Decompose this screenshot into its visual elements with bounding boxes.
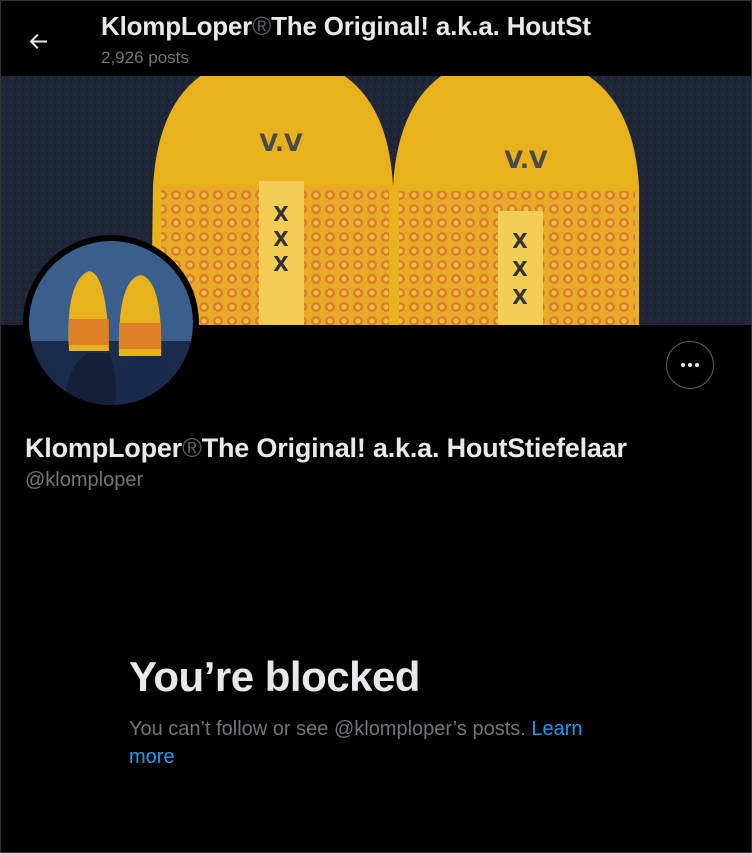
registered-mark: ®	[182, 433, 202, 463]
header-title: KlompLoper®The Original! a.k.a. HoutSt	[101, 11, 591, 41]
more-button[interactable]	[666, 341, 714, 389]
svg-text:X: X	[512, 285, 528, 309]
svg-text:X: X	[512, 229, 528, 253]
profile-name: KlompLoper®The Original! a.k.a. HoutStie…	[25, 433, 627, 463]
post-count: 2,926 posts	[101, 48, 189, 67]
back-button[interactable]	[19, 21, 59, 61]
svg-text:X: X	[512, 257, 528, 281]
profile-handle: @klomploper	[25, 469, 144, 491]
blocked-message-text: You can’t follow or see @klomploper’s po…	[129, 718, 526, 740]
profile-page: KlompLoper®The Original! a.k.a. HoutSt 2…	[0, 0, 752, 853]
registered-mark: ®	[252, 11, 272, 41]
svg-text:V.V: V.V	[504, 146, 548, 174]
blocked-message: You can’t follow or see @klomploper’s po…	[129, 715, 629, 771]
svg-text:X: X	[273, 227, 289, 251]
avatar[interactable]	[23, 235, 199, 411]
svg-text:X: X	[273, 202, 289, 226]
avatar-image	[29, 241, 193, 405]
blocked-title: You’re blocked	[129, 653, 420, 700]
svg-text:V.V: V.V	[259, 129, 303, 157]
more-horizontal-icon	[681, 363, 699, 367]
svg-text:X: X	[273, 252, 289, 276]
arrow-left-icon	[29, 34, 47, 49]
top-bar: KlompLoper®The Original! a.k.a. HoutSt 2…	[1, 1, 751, 76]
